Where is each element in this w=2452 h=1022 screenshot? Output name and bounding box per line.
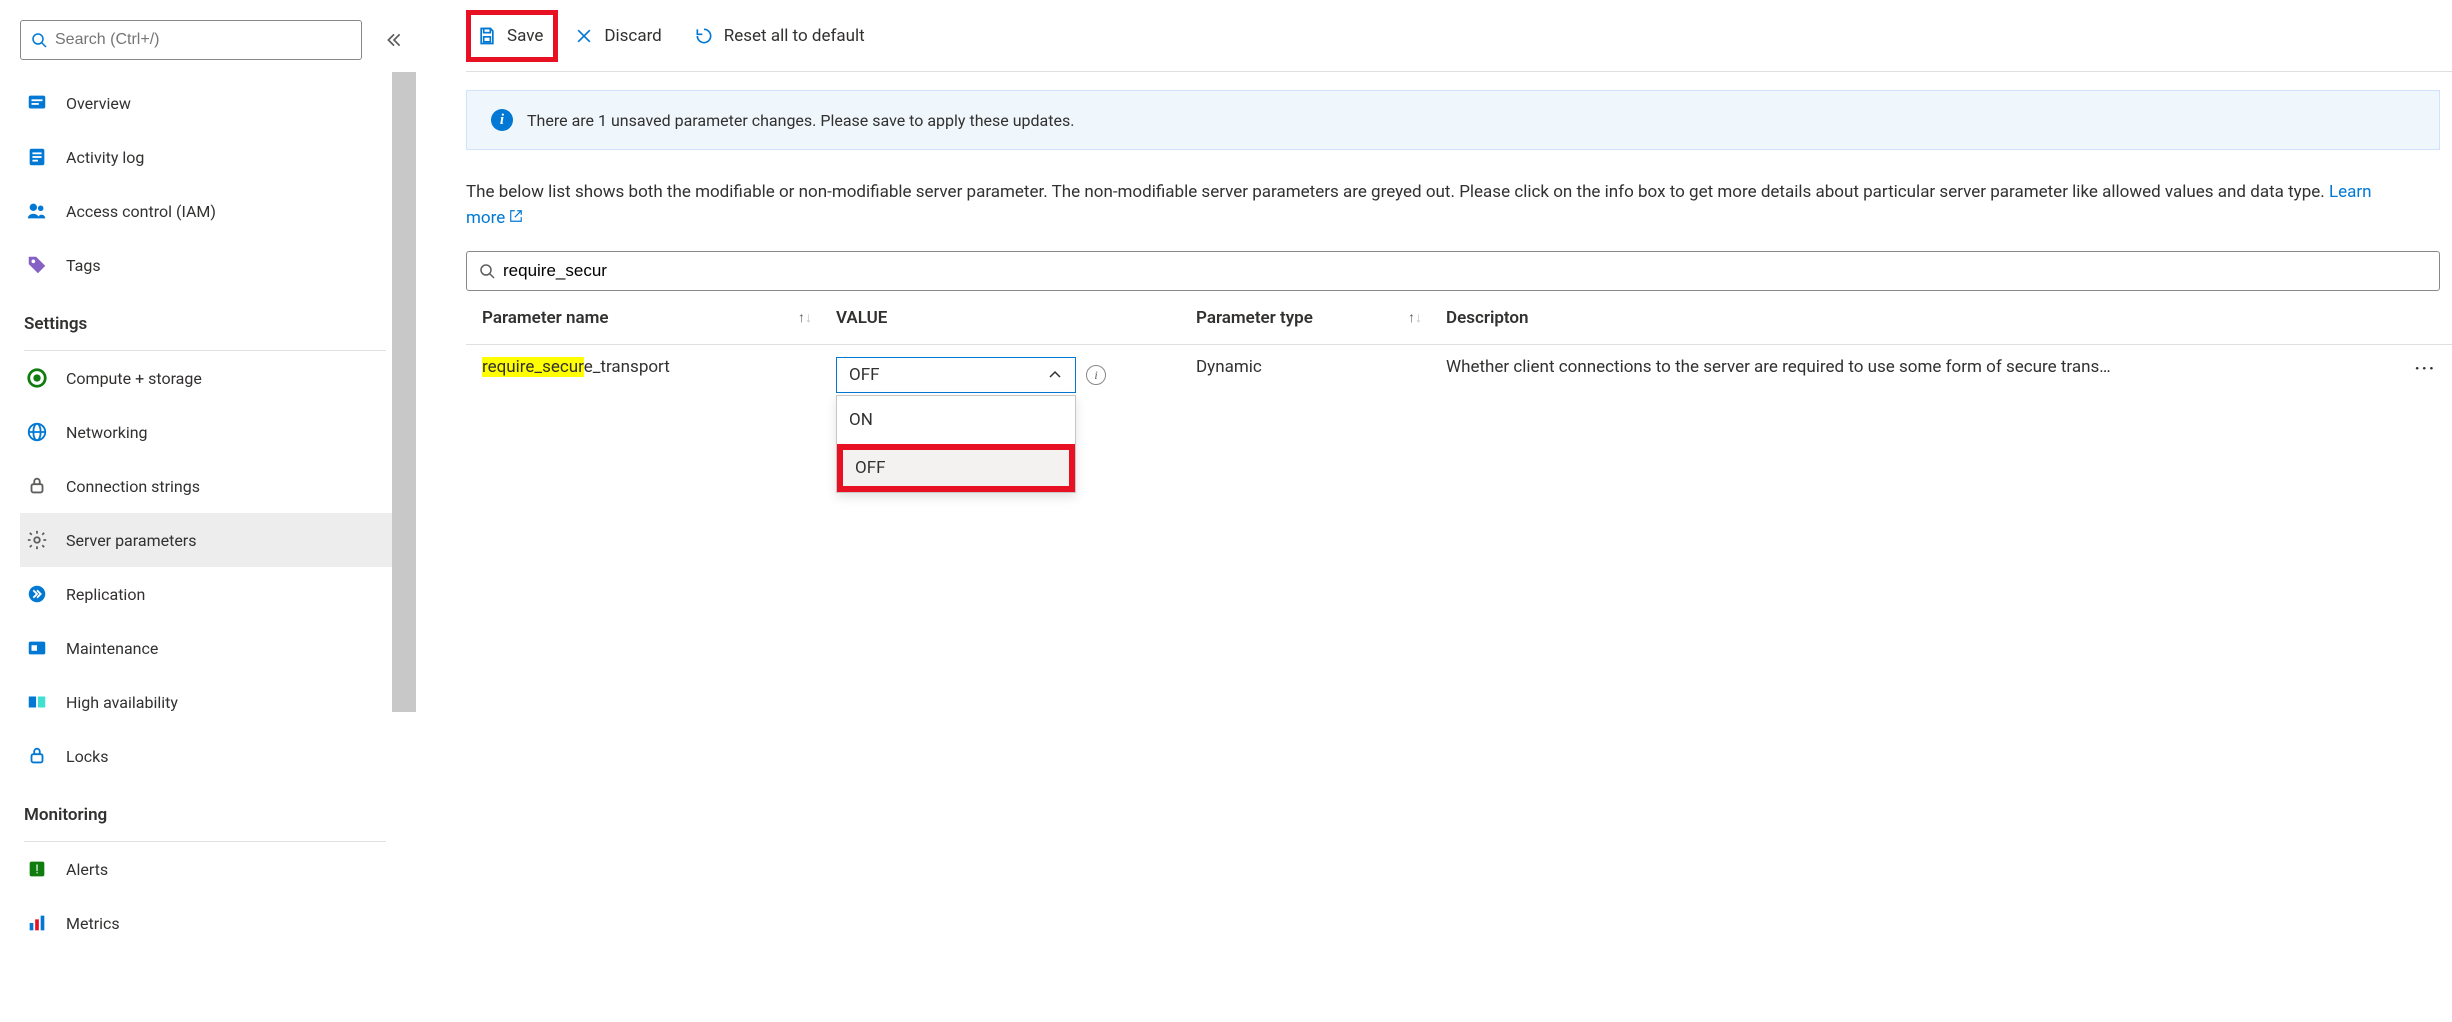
nav-activity-log[interactable]: Activity log	[20, 130, 416, 184]
nav-label: Metrics	[66, 914, 120, 933]
header-value[interactable]: VALUE	[836, 308, 1196, 328]
alerts-icon: !	[24, 856, 50, 882]
reset-button[interactable]: Reset all to default	[678, 14, 881, 58]
metrics-icon	[24, 910, 50, 936]
header-description[interactable]: Descripton	[1446, 308, 2452, 328]
nav-replication[interactable]: Replication	[20, 567, 416, 621]
dropdown-option-off[interactable]: OFF	[837, 444, 1075, 492]
nav-connection-strings[interactable]: Connection strings	[20, 459, 416, 513]
nav-label: Activity log	[66, 148, 144, 167]
param-desc-cell: Whether client connections to the server…	[1446, 357, 2452, 377]
parameters-table: Parameter name ↑↓ VALUE Parameter type ↑…	[466, 291, 2452, 393]
section-monitoring-header: Monitoring	[20, 783, 416, 835]
info-icon: i	[491, 109, 513, 131]
external-link-icon	[509, 206, 523, 232]
save-label: Save	[507, 26, 543, 46]
save-button[interactable]: Save	[477, 14, 543, 58]
table-row: require_secure_transport OFF i ON OFF Dy…	[466, 345, 2452, 393]
nav-label: Replication	[66, 585, 145, 604]
nav-server-parameters[interactable]: Server parameters	[20, 513, 416, 567]
nav-label: Connection strings	[66, 477, 200, 496]
server-parameters-icon	[24, 527, 50, 553]
discard-icon	[574, 26, 594, 46]
banner-text: There are 1 unsaved parameter changes. P…	[527, 111, 1074, 130]
connection-strings-icon	[24, 473, 50, 499]
param-value-cell: OFF i ON OFF	[836, 357, 1196, 393]
main-content: Save Discard Reset all to default i Ther…	[416, 0, 2452, 1022]
activity-log-icon	[24, 144, 50, 170]
discard-label: Discard	[604, 26, 661, 46]
access-control-icon	[24, 198, 50, 224]
sidebar-search[interactable]	[20, 20, 362, 60]
value-dropdown-menu: ON OFF	[836, 395, 1076, 493]
nav-label: Alerts	[66, 860, 108, 879]
parameter-filter[interactable]	[466, 251, 2440, 291]
sidebar-scrollbar-thumb[interactable]	[392, 72, 416, 712]
value-dropdown-toggle[interactable]: OFF	[836, 357, 1076, 393]
nav-access-control[interactable]: Access control (IAM)	[20, 184, 416, 238]
maintenance-icon	[24, 635, 50, 661]
chevron-up-icon	[1047, 367, 1063, 383]
nav-networking[interactable]: Networking	[20, 405, 416, 459]
param-type-cell: Dynamic	[1196, 357, 1446, 377]
param-name-highlight: require_secur	[482, 357, 584, 377]
nav-alerts[interactable]: ! Alerts	[20, 842, 416, 896]
replication-icon	[24, 581, 50, 607]
filter-search-icon	[479, 263, 495, 279]
nav-locks[interactable]: Locks	[20, 729, 416, 783]
sort-icon[interactable]: ↑↓	[798, 311, 812, 325]
nav-label: Server parameters	[66, 531, 196, 550]
table-header-row: Parameter name ↑↓ VALUE Parameter type ↑…	[466, 291, 2452, 345]
nav-label: Tags	[66, 256, 101, 275]
search-icon	[31, 32, 47, 48]
sort-icon[interactable]: ↑↓	[1408, 311, 1422, 325]
nav-label: Networking	[66, 423, 148, 442]
nav-compute-storage[interactable]: Compute + storage	[20, 351, 416, 405]
value-info-icon[interactable]: i	[1086, 365, 1106, 385]
compute-storage-icon	[24, 365, 50, 391]
header-parameter-type[interactable]: Parameter type ↑↓	[1196, 308, 1446, 328]
nav-overview[interactable]: Overview	[20, 76, 416, 130]
dropdown-option-on[interactable]: ON	[837, 396, 1075, 444]
chevron-double-left-icon	[385, 31, 403, 49]
nav-high-availability[interactable]: High availability	[20, 675, 416, 729]
networking-icon	[24, 419, 50, 445]
nav-metrics[interactable]: Metrics	[20, 896, 416, 950]
toolbar: Save Discard Reset all to default	[466, 0, 2452, 72]
sidebar: Overview Activity log Access control (IA…	[0, 0, 416, 1022]
parameter-filter-input[interactable]	[503, 261, 2427, 281]
nav-label: Locks	[66, 747, 108, 766]
nav-label: Access control (IAM)	[66, 202, 216, 221]
nav-label: Overview	[66, 94, 131, 113]
nav-maintenance[interactable]: Maintenance	[20, 621, 416, 675]
reset-icon	[694, 26, 714, 46]
description-text: The below list shows both the modifiable…	[466, 180, 2452, 231]
value-selected: OFF	[849, 365, 880, 385]
svg-text:!: !	[35, 863, 38, 878]
header-parameter-name[interactable]: Parameter name ↑↓	[466, 308, 836, 328]
discard-button[interactable]: Discard	[558, 14, 677, 58]
locks-icon	[24, 743, 50, 769]
param-name-cell: require_secure_transport	[466, 357, 836, 377]
high-availability-icon	[24, 689, 50, 715]
tags-icon	[24, 252, 50, 278]
reset-label: Reset all to default	[724, 26, 865, 46]
nav-label: High availability	[66, 693, 178, 712]
overview-icon	[24, 90, 50, 116]
unsaved-changes-banner: i There are 1 unsaved parameter changes.…	[466, 90, 2440, 150]
collapse-sidebar-button[interactable]	[382, 28, 406, 52]
row-more-button[interactable]: ···	[2415, 359, 2436, 379]
section-settings-header: Settings	[20, 292, 416, 344]
param-name-rest: e_transport	[584, 357, 670, 377]
nav-tags[interactable]: Tags	[20, 238, 416, 292]
sidebar-search-input[interactable]	[55, 31, 351, 49]
nav-label: Maintenance	[66, 639, 158, 658]
save-button-highlight: Save	[466, 10, 558, 62]
nav-label: Compute + storage	[66, 369, 202, 388]
save-icon	[477, 26, 497, 46]
